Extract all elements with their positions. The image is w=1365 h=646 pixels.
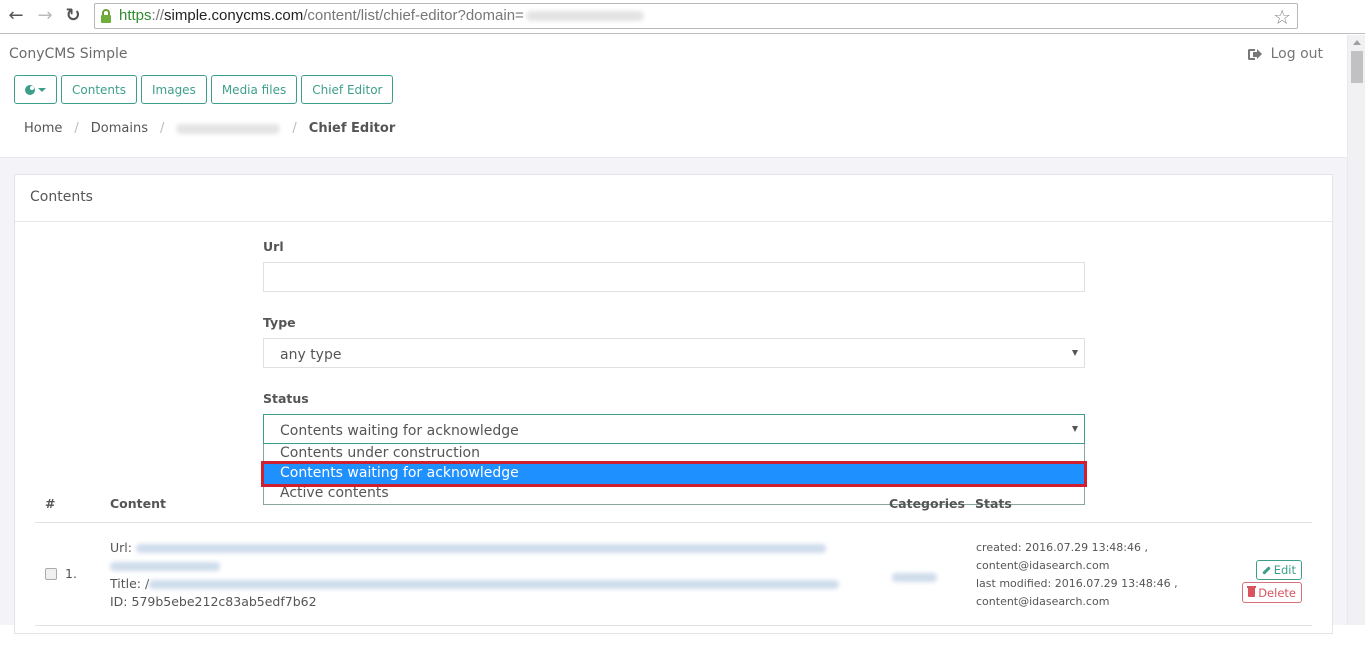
page: ConyCMS Simple Log out Contents Images M… [0,35,1347,634]
stats-modified: last modified: 2016.07.29 13:48:46 , [976,577,1178,590]
type-select-value: any type [280,347,342,363]
url-host: simple.conycms.com [164,7,304,24]
header-content: Content [110,496,166,511]
trash-icon [1247,586,1257,597]
type-select[interactable]: any type [263,338,1085,368]
content-id: ID: 579b5ebe212c83ab5edf7b62 [110,594,317,609]
dropdown-arrow-icon [1072,350,1078,356]
row-number: 1. [65,566,77,581]
content-title-line: Title: / [110,575,845,593]
content-cell: Url: Title: / ID: 579b5ebe212c83ab5edf7b… [110,539,845,611]
stats-created-by: content@idasearch.com [976,559,1110,572]
content-area: Contents Url Type any type Status Conten… [0,157,1347,634]
content-url-line: Url: [110,539,845,557]
logout-link[interactable]: Log out [1247,46,1323,62]
edit-button[interactable]: Edit [1255,560,1302,580]
logout-label: Log out [1270,46,1323,62]
domain-dropdown-button[interactable] [14,75,57,104]
content-title-redacted [149,580,840,589]
lock-icon [101,9,111,23]
breadcrumb-separator: / [74,121,79,136]
breadcrumb-domain-redacted[interactable] [176,123,281,134]
url-input[interactable] [263,262,1085,292]
content-url-redacted[interactable] [110,562,220,571]
vertical-scrollbar[interactable] [1347,35,1365,625]
scroll-up-arrow-icon[interactable] [1353,40,1361,45]
header-num: # [45,496,56,511]
media-files-button[interactable]: Media files [210,75,298,104]
breadcrumb: Home / Domains / / Chief Editor [24,121,395,136]
pencil-icon [1261,565,1271,575]
content-url-line-2 [110,557,845,575]
content-title-label: Title: / [110,576,150,591]
images-button[interactable]: Images [140,75,207,104]
url-redacted [525,11,644,22]
back-arrow-icon[interactable]: ← [6,6,26,26]
header-stats: Stats [975,496,1012,511]
content-url-redacted[interactable] [135,544,826,553]
type-label: Type [263,315,296,330]
delete-button[interactable]: Delete [1242,582,1302,603]
globe-icon [25,84,35,95]
breadcrumb-home[interactable]: Home [24,121,62,136]
main-toolbar: Contents Images Media files Chief Editor [14,75,394,104]
url-label: Url [263,239,284,254]
table-row: 1. Url: Title: / ID: 579b5ebe212c83ab5ed… [35,523,1312,626]
contents-table: # Content Categories Stats 1. Url: Title… [35,488,1312,646]
table-row [35,626,1312,646]
breadcrumb-separator: / [292,121,297,136]
url-path: /content/list/chief-editor?domain= [303,7,524,24]
forward-arrow-icon[interactable]: → [35,6,55,26]
breadcrumb-domains[interactable]: Domains [91,121,148,136]
filter-form: Url Type any type Status Contents waitin… [261,239,1087,505]
caret-down-icon [38,87,46,92]
header-categories: Categories [889,496,965,511]
sign-out-icon [1247,48,1262,60]
panel-title: Contents [15,175,1332,222]
chief-editor-button[interactable]: Chief Editor [301,75,394,104]
content-url-label: Url: [110,540,132,555]
row-checkbox[interactable] [45,568,57,580]
contents-panel: Contents Url Type any type Status Conten… [14,174,1333,634]
contents-button[interactable]: Contents [61,75,137,104]
table-header: # Content Categories Stats [35,488,1312,523]
category-redacted [892,573,937,582]
reload-icon[interactable]: ↻ [63,6,83,26]
breadcrumb-separator: / [160,121,165,136]
address-bar[interactable]: https://simple.conycms.com/content/list/… [94,3,1298,29]
status-option-under-construction[interactable]: Contents under construction [264,444,1084,464]
stats-cell: created: 2016.07.29 13:48:46 , content@i… [976,539,1178,611]
status-select-value: Contents waiting for acknowledge [280,423,519,439]
url-scheme: https [119,7,152,24]
status-option-waiting-acknowledge[interactable]: Contents waiting for acknowledge [261,461,1087,487]
browser-toolbar: ← → ↻ https://simple.conycms.com/content… [0,0,1365,34]
stats-created: created: 2016.07.29 13:48:46 , [976,541,1148,554]
status-select[interactable]: Contents waiting for acknowledge [263,414,1085,444]
status-label: Status [263,391,309,406]
dropdown-arrow-icon [1072,426,1078,432]
delete-label: Delete [1258,585,1296,600]
bookmark-star-icon[interactable]: ☆ [1273,5,1291,29]
breadcrumb-active: Chief Editor [308,121,396,136]
edit-label: Edit [1273,563,1296,577]
url-separator: :// [151,7,165,24]
url-text: https://simple.conycms.com/content/list/… [119,7,644,24]
stats-modified-by: content@idasearch.com [976,595,1110,608]
brand-title: ConyCMS Simple [9,46,128,62]
scroll-thumb[interactable] [1351,51,1363,83]
